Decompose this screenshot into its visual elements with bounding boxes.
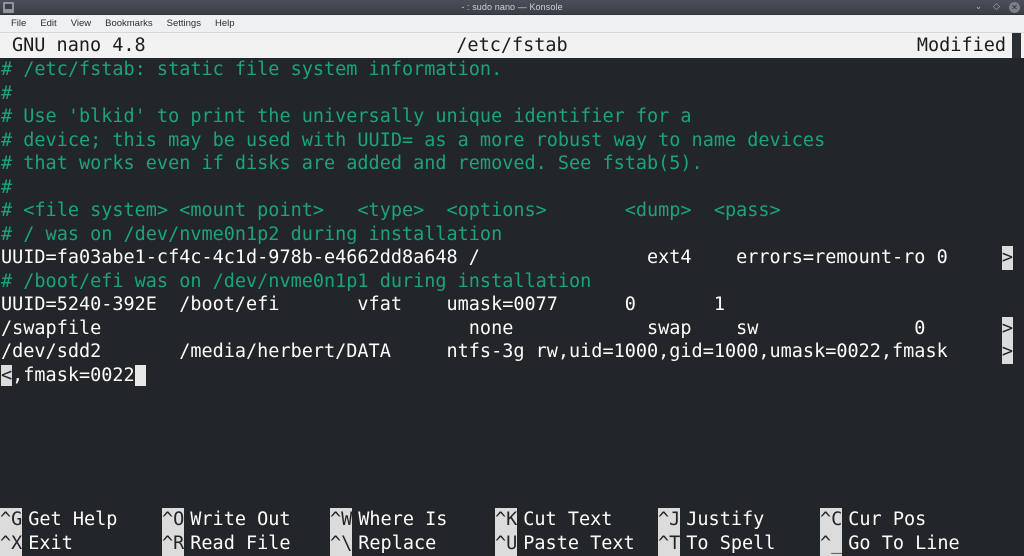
shortcut-get-help-label: Get Help — [28, 509, 118, 530]
shortcut-to-spell-key: ^T — [658, 532, 681, 556]
shortcut-replace[interactable]: ^\ Replace — [330, 532, 436, 556]
nano-line-text: # — [1, 176, 13, 198]
minimize-button[interactable]: ⌄ — [973, 2, 984, 13]
nano-line-text: # /etc/fstab: static file system informa… — [1, 59, 503, 80]
shortcut-read-file[interactable]: ^R Read File — [162, 532, 291, 556]
shortcut-to-spell-label: To Spell — [686, 533, 776, 554]
shortcut-go-to-line-key: ^_ — [820, 532, 843, 556]
maximize-button[interactable]: ◇ — [991, 2, 1002, 13]
nano-line: UUID=5240-392E /boot/efi vfat umask=0077… — [0, 293, 1024, 317]
shortcut-exit[interactable]: ^X Exit — [0, 532, 73, 556]
shortcut-paste-text[interactable]: ^U Paste Text — [495, 532, 635, 556]
menu-file[interactable]: File — [4, 15, 33, 32]
nano-line-text: # that works even if disks are added and… — [1, 153, 703, 174]
continuation-right-marker: > — [1001, 340, 1013, 364]
nano-modified-badge: Modified — [916, 35, 1006, 56]
shortcut-cut-text-label: Cut Text — [523, 509, 613, 530]
nano-line-text: # Use 'blkid' to print the universally u… — [1, 106, 692, 127]
nano-line: /swapfile none swap sw 0 — [0, 317, 1024, 341]
shortcut-get-help[interactable]: ^G Get Help — [0, 508, 117, 532]
nano-line: # — [0, 176, 1024, 200]
nano-line-text: UUID=5240-392E /boot/efi vfat umask=0077… — [1, 294, 725, 315]
shortcut-row-primary: ^G Get Help ^O Write Out ^W Where Is ^K Cut Tex… — [0, 508, 1024, 532]
nano-line-text: /swapfile none swap sw 0 — [1, 317, 926, 339]
shortcut-write-out-label: Write Out — [190, 509, 291, 530]
nano-line-text: # /boot/efi was on /dev/nvme0n1p1 during… — [1, 270, 592, 292]
shortcut-row-secondary: ^X Exit ^R Read File ^\ Replace ^U Paste Text ^T… — [0, 532, 1024, 556]
menu-bookmarks[interactable]: Bookmarks — [98, 15, 160, 32]
shortcut-cut-text[interactable]: ^K Cut Text — [495, 508, 612, 532]
menubar: File Edit View Bookmarks Settings Help — [0, 15, 1024, 33]
nano-line-text: # — [1, 82, 13, 104]
shortcut-read-file-key: ^R — [162, 532, 185, 556]
nano-text-area[interactable]: # /etc/fstab: static file system informa… — [0, 58, 1024, 453]
nano-line-text: UUID=fa03abe1-cf4c-4c1d-978b-e4662dd8a64… — [1, 247, 948, 268]
window-titlebar[interactable]: - : sudo nano — Konsole ⌄ ◇ ✕ — [0, 0, 1024, 15]
continuation-right-marker: > — [1001, 316, 1013, 340]
menu-help[interactable]: Help — [208, 15, 242, 32]
konsole-icon — [3, 1, 14, 13]
shortcut-get-help-key: ^G — [0, 508, 23, 532]
shortcut-paste-text-label: Paste Text — [523, 533, 635, 554]
shortcut-justify-label: Justify — [686, 509, 765, 530]
close-button[interactable]: ✕ — [1009, 1, 1020, 13]
shortcut-where-is[interactable]: ^W Where Is — [330, 508, 447, 532]
shortcut-paste-text-key: ^U — [495, 532, 518, 556]
shortcut-replace-key: ^\ — [330, 532, 353, 556]
shortcut-write-out-key: ^O — [162, 508, 185, 532]
nano-line: # <file system> <mount point> <type> <op… — [0, 199, 1024, 223]
shortcut-cur-pos-label: Cur Pos — [848, 509, 927, 530]
nano-titlebar: GNU nano 4.8 /etc/fstab Modified — [0, 33, 1024, 58]
menu-view[interactable]: View — [64, 15, 98, 32]
nano-line: # that works even if disks are added and… — [0, 152, 1024, 176]
nano-line-text: # <file system> <mount point> <type> <op… — [1, 200, 781, 221]
continuation-right-marker: > — [1001, 246, 1013, 270]
shortcut-justify-key: ^J — [658, 508, 681, 532]
shortcut-cur-pos-key: ^C — [820, 508, 843, 532]
shortcut-read-file-label: Read File — [190, 533, 291, 554]
nano-line: # Use 'blkid' to print the universally u… — [0, 105, 1024, 129]
shortcut-exit-key: ^X — [0, 532, 23, 556]
shortcut-exit-label: Exit — [28, 533, 73, 554]
shortcut-write-out[interactable]: ^O Write Out — [162, 508, 291, 532]
nano-line-text: /dev/sdd2 /media/herbert/DATA ntfs-3g rw… — [1, 341, 948, 362]
nano-filename-label: /etc/fstab — [456, 35, 568, 56]
scrollbar-thumb[interactable] — [1012, 33, 1021, 58]
window-title: - : sudo nano — Konsole — [461, 2, 563, 12]
shortcut-justify[interactable]: ^J Justify — [658, 508, 764, 532]
shortcut-cur-pos[interactable]: ^C Cur Pos — [820, 508, 926, 532]
terminal-scrollbar[interactable] — [1013, 58, 1024, 556]
nano-line-text: # device; this may be used with UUID= as… — [1, 129, 826, 151]
nano-shortcut-bar: ^G Get Help ^O Write Out ^W Where Is ^K Cut Tex… — [0, 508, 1024, 556]
nano-version-label: GNU nano 4.8 — [12, 35, 146, 56]
terminal-view[interactable]: GNU nano 4.8 /etc/fstab Modified # /etc/… — [0, 33, 1024, 556]
shortcut-go-to-line-label: Go To Line — [848, 533, 960, 554]
shortcut-cut-text-key: ^K — [495, 508, 518, 532]
continuation-left-marker: < — [1, 364, 13, 386]
shortcut-where-is-label: Where Is — [358, 509, 448, 530]
nano-line: UUID=fa03abe1-cf4c-4c1d-978b-e4662dd8a64… — [0, 246, 1024, 270]
text-cursor — [134, 364, 146, 386]
nano-line-text: # / was on /dev/nvme0n1p2 during install… — [1, 223, 503, 245]
menu-edit[interactable]: Edit — [33, 15, 63, 32]
shortcut-where-is-key: ^W — [330, 508, 353, 532]
nano-line: # /boot/efi was on /dev/nvme0n1p1 during… — [0, 270, 1024, 294]
shortcut-replace-label: Replace — [358, 533, 437, 554]
shortcut-go-to-line[interactable]: ^_ Go To Line — [820, 532, 960, 556]
menu-settings[interactable]: Settings — [160, 15, 208, 32]
nano-line: # / was on /dev/nvme0n1p2 during install… — [0, 223, 1024, 247]
window-controls: ⌄ ◇ ✕ — [973, 1, 1020, 13]
konsole-window: - : sudo nano — Konsole ⌄ ◇ ✕ File Edit … — [0, 0, 1024, 556]
nano-line: # — [0, 82, 1024, 106]
nano-line-text: ,fmask=0022 — [12, 364, 135, 386]
nano-line: # /etc/fstab: static file system informa… — [0, 58, 1024, 82]
nano-line: <,fmask=0022 — [0, 364, 1024, 388]
shortcut-to-spell[interactable]: ^T To Spell — [658, 532, 775, 556]
nano-line: # device; this may be used with UUID= as… — [0, 129, 1024, 153]
nano-line: /dev/sdd2 /media/herbert/DATA ntfs-3g rw… — [0, 340, 1024, 364]
